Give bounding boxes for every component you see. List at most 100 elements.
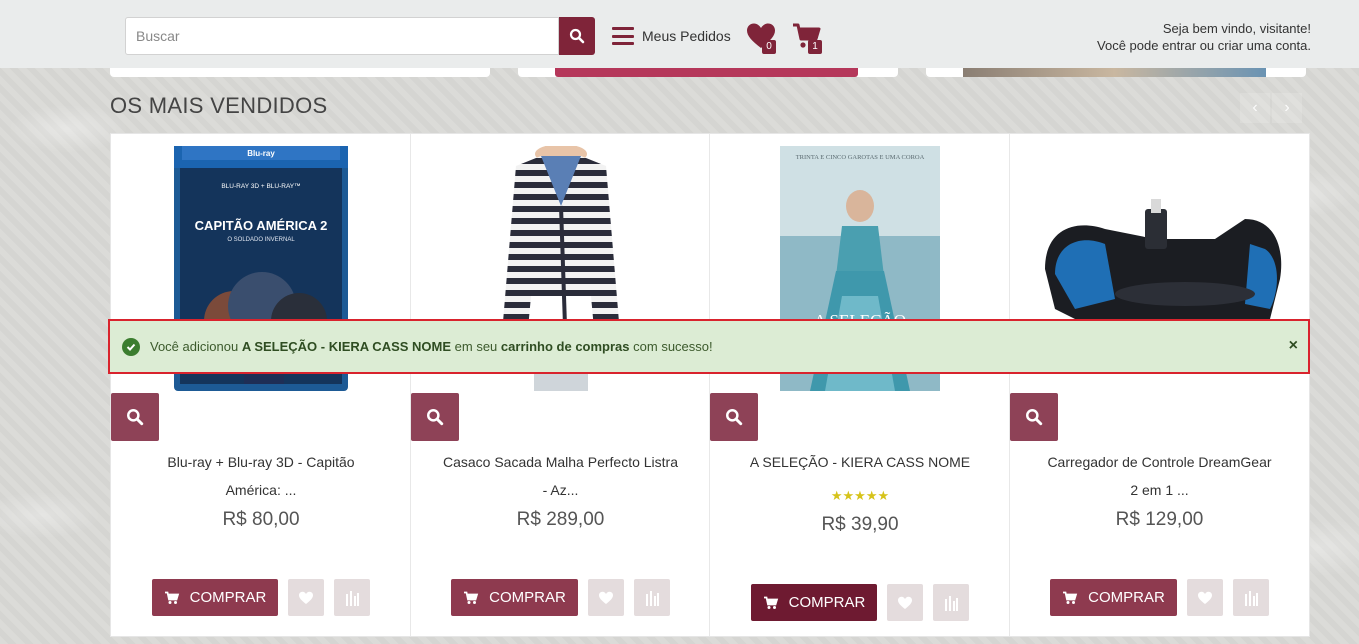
product-name[interactable]: Casaco Sacada Malha Perfecto Listra - Az… <box>436 448 686 504</box>
product-price: R$ 129,00 <box>1115 509 1204 530</box>
login-link[interactable]: entrar <box>1162 38 1196 53</box>
alert-suffix: com sucesso! <box>633 339 713 354</box>
my-orders-label: Meus Pedidos <box>642 28 731 44</box>
login-prefix: Você pode <box>1097 38 1159 53</box>
buy-button[interactable]: COMPRAR <box>451 579 578 616</box>
cover-subtitle-text: O SOLDADO INVERNAL <box>227 237 295 243</box>
product-name-line: 2 em 1 ... <box>1130 482 1189 498</box>
heart-icon <box>299 591 314 604</box>
product-card: TRINTA E CINCO GAROTAS E UMA COROA A SEL… <box>710 134 1010 636</box>
cart-icon <box>164 591 179 604</box>
buy-label: COMPRAR <box>788 594 866 611</box>
product-price: R$ 80,00 <box>222 509 300 530</box>
search-icon <box>726 409 743 426</box>
svg-text:Blu-ray: Blu-ray <box>247 149 275 158</box>
search-icon <box>426 409 443 426</box>
quick-view-button[interactable] <box>710 393 758 441</box>
buy-button[interactable]: COMPRAR <box>750 584 878 621</box>
quick-view-button[interactable] <box>410 393 459 441</box>
product-card: Casaco Sacada Malha Perfecto Listra - Az… <box>410 134 711 636</box>
product-actions: COMPRAR <box>710 584 1010 621</box>
buy-button[interactable]: COMPRAR <box>1050 579 1177 616</box>
cart-icon <box>1063 591 1078 604</box>
register-link[interactable]: criar uma conta. <box>1218 38 1311 53</box>
search-icon <box>569 28 585 44</box>
product-price: R$ 39,90 <box>821 514 899 535</box>
success-alert: Você adicionou A SELEÇÃO - KIERA CASS NO… <box>108 319 1310 374</box>
product-name-line: Carregador de Controle DreamGear <box>1047 454 1272 470</box>
add-to-wishlist-button[interactable] <box>887 584 924 621</box>
alert-cart-link[interactable]: carrinho de compras <box>501 339 630 354</box>
heart-icon <box>898 596 913 609</box>
add-to-wishlist-button[interactable] <box>1186 579 1223 616</box>
product-name-line: - Az... <box>542 482 579 498</box>
close-icon[interactable]: × <box>1289 337 1298 355</box>
cover-title-text: CAPITÃO AMÉRICA 2 <box>195 218 328 233</box>
cover-top-text: TRINTA E CINCO GAROTAS E UMA COROA <box>796 154 925 161</box>
cover-top-text: BLU-RAY 3D + BLU-RAY™ <box>221 183 300 190</box>
carousel-nav: ‹ › <box>1240 93 1302 123</box>
alert-product: A SELEÇÃO - KIERA CASS NOME <box>241 339 452 354</box>
carousel-next-button[interactable]: › <box>1272 93 1302 123</box>
carousel-prev-button[interactable]: ‹ <box>1240 93 1270 123</box>
product-name-line: Casaco Sacada Malha Perfecto Listra <box>442 454 678 470</box>
section-title: OS MAIS VENDIDOS <box>110 93 328 118</box>
search-icon <box>127 409 144 426</box>
add-to-compare-button[interactable] <box>933 584 970 621</box>
product-name[interactable]: Blu-ray + Blu-ray 3D - Capitão América: … <box>136 448 386 504</box>
product-name[interactable]: A SELEÇÃO - KIERA CASS NOME <box>735 448 985 476</box>
menu-icon <box>612 27 634 45</box>
compare-icon <box>346 590 360 606</box>
wishlist-button[interactable]: 0 <box>746 22 780 54</box>
product-grid: Blu-ray BLU-RAY 3D + BLU-RAY™ CAPITÃO AM… <box>110 133 1310 637</box>
search-icon <box>1025 409 1042 426</box>
search-box <box>125 17 595 55</box>
check-circle-icon <box>122 337 140 356</box>
cart-count: 1 <box>808 40 822 54</box>
heart-icon <box>598 591 613 604</box>
login-or: ou <box>1199 38 1215 53</box>
cart-icon <box>763 596 778 609</box>
alert-prefix: Você adicionou <box>150 339 239 354</box>
add-to-wishlist-button[interactable] <box>288 579 325 616</box>
compare-icon <box>1244 590 1258 606</box>
buy-label: COMPRAR <box>1088 589 1165 606</box>
rating-stars: ★★★★★ <box>830 488 890 503</box>
previous-carousel-card <box>110 68 490 77</box>
product-actions: COMPRAR <box>411 579 711 616</box>
welcome-line: Seja bem vindo, visitante! <box>1162 21 1311 36</box>
cart-button[interactable]: 1 <box>792 22 826 54</box>
product-actions: COMPRAR <box>111 579 411 616</box>
add-to-compare-button[interactable] <box>633 579 670 616</box>
product-price: R$ 289,00 <box>516 509 605 530</box>
buy-label: COMPRAR <box>489 589 566 606</box>
compare-icon <box>645 590 659 606</box>
add-to-compare-button[interactable] <box>334 579 371 616</box>
product-card: Blu-ray BLU-RAY 3D + BLU-RAY™ CAPITÃO AM… <box>111 134 411 636</box>
login-line: Você pode entrar ou criar uma conta. <box>1097 37 1311 54</box>
quick-view-button[interactable] <box>111 393 159 441</box>
heart-icon <box>1197 591 1212 604</box>
compare-icon <box>945 595 959 611</box>
add-to-wishlist-button[interactable] <box>587 579 624 616</box>
previous-carousel-card <box>926 68 1306 77</box>
buy-label: COMPRAR <box>189 589 267 606</box>
welcome-message: Seja bem vindo, visitante! Você pode ent… <box>1097 20 1311 54</box>
search-input[interactable] <box>125 17 559 55</box>
product-name-line: América: ... <box>225 482 297 498</box>
product-name-line: Blu-ray + Blu-ray 3D - Capitão <box>167 454 355 470</box>
top-bar: Meus Pedidos 0 1 Seja bem vindo, visitan… <box>0 0 1359 68</box>
wishlist-count: 0 <box>762 40 776 54</box>
product-card: Carregador de Controle DreamGear 2 em 1 … <box>1009 134 1310 636</box>
product-name[interactable]: Carregador de Controle DreamGear 2 em 1 … <box>1035 448 1285 504</box>
add-to-compare-button[interactable] <box>1232 579 1269 616</box>
quick-view-button[interactable] <box>1009 393 1058 441</box>
cart-icon <box>464 591 479 604</box>
my-orders-link[interactable]: Meus Pedidos <box>612 23 731 49</box>
buy-button[interactable]: COMPRAR <box>151 579 279 616</box>
product-name-line: A SELEÇÃO - KIERA CASS NOME <box>749 454 971 470</box>
alert-middle: em seu <box>454 339 498 354</box>
search-button[interactable] <box>559 17 595 55</box>
previous-carousel-card <box>518 68 898 77</box>
alert-message: Você adicionou A SELEÇÃO - KIERA CASS NO… <box>150 339 713 354</box>
